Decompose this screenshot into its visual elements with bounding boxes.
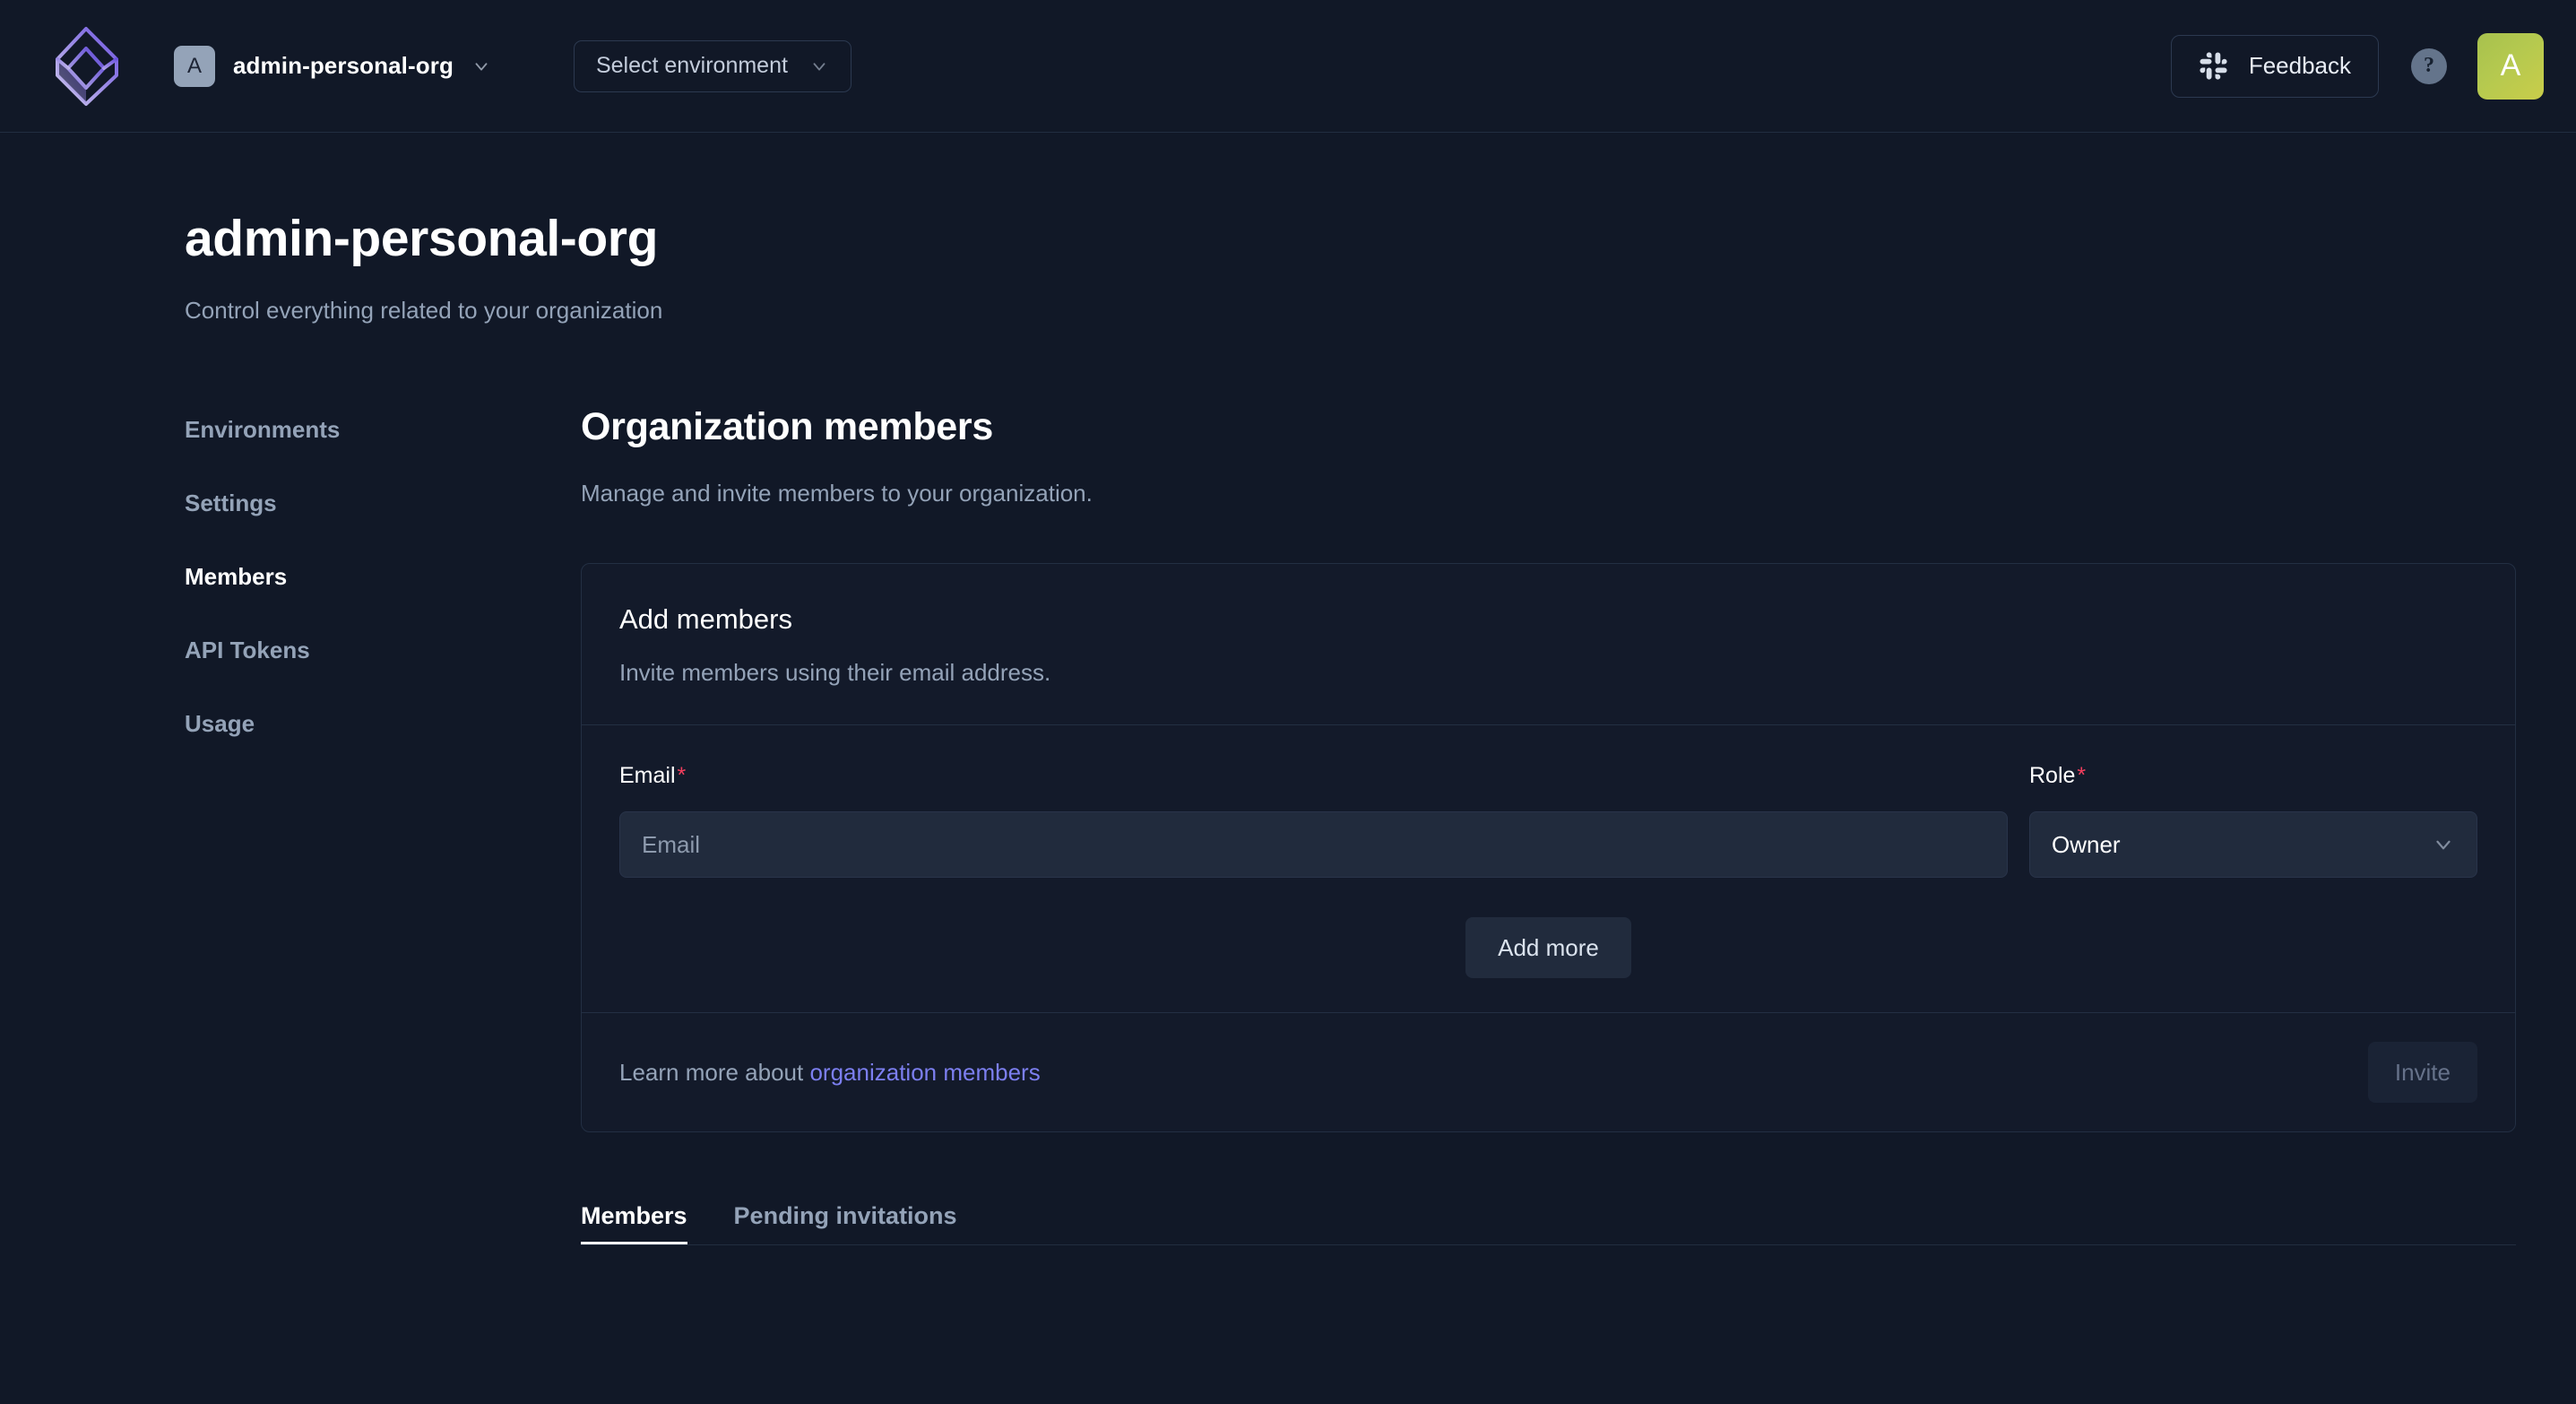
tab-pending-invitations[interactable]: Pending invitations bbox=[734, 1202, 957, 1244]
email-label-text: Email bbox=[619, 763, 676, 788]
org-switcher[interactable]: A admin-personal-org bbox=[165, 37, 504, 96]
add-more-row: Add more bbox=[619, 917, 2477, 978]
tab-members[interactable]: Members bbox=[581, 1202, 687, 1244]
page-subtitle: Control everything related to your organ… bbox=[185, 297, 663, 324]
sidebar-item-environments[interactable]: Environments bbox=[185, 416, 340, 444]
invite-button[interactable]: Invite bbox=[2367, 1042, 2477, 1103]
members-tabs: Members Pending invitations bbox=[581, 1202, 2516, 1245]
add-members-description: Invite members using their email address… bbox=[619, 659, 1051, 686]
organization-members-link[interactable]: organization members bbox=[809, 1059, 1040, 1086]
role-select-wrapper: Owner bbox=[2029, 811, 2477, 878]
role-label-text: Role bbox=[2029, 763, 2076, 788]
content-row: Environments Settings Members API Tokens… bbox=[185, 405, 2576, 1245]
sidebar-item-api-tokens[interactable]: API Tokens bbox=[185, 637, 310, 664]
section-subtitle: Manage and invite members to your organi… bbox=[581, 480, 1093, 507]
section-title: Organization members bbox=[581, 405, 993, 448]
learn-more-text: Learn more about organization members bbox=[619, 1059, 1041, 1087]
add-members-card: Add members Invite members using their e… bbox=[581, 563, 2516, 1132]
main-content: Organization members Manage and invite m… bbox=[581, 405, 2576, 1245]
org-avatar: A bbox=[174, 45, 215, 87]
chevron-down-icon bbox=[813, 62, 826, 71]
required-asterisk: * bbox=[2077, 763, 2087, 788]
side-navigation: Environments Settings Members API Tokens… bbox=[185, 405, 581, 1245]
add-members-card-footer: Learn more about organization members In… bbox=[582, 1012, 2515, 1131]
environment-select-label: Select environment bbox=[595, 53, 788, 78]
role-select[interactable]: Owner bbox=[2029, 811, 2477, 878]
role-field-group: Role* Owner bbox=[2029, 763, 2477, 878]
chevron-down-icon bbox=[475, 62, 488, 71]
email-field-label: Email* bbox=[619, 763, 2008, 789]
page-container: admin-personal-org Control everything re… bbox=[0, 209, 2576, 1245]
feedback-button[interactable]: Feedback bbox=[2170, 34, 2379, 98]
add-members-card-body: Email* Role* Owner bbox=[582, 724, 2515, 1012]
learn-more-prefix: Learn more about bbox=[619, 1058, 810, 1086]
chevron-down-icon bbox=[2436, 840, 2451, 850]
sidebar-item-members[interactable]: Members bbox=[185, 563, 287, 591]
email-input[interactable] bbox=[619, 811, 2008, 878]
required-asterisk: * bbox=[677, 763, 687, 788]
add-members-card-header: Add members Invite members using their e… bbox=[582, 564, 2515, 724]
top-bar-actions: Feedback ? A bbox=[2170, 32, 2544, 100]
role-field-label: Role* bbox=[2029, 763, 2477, 789]
top-bar: A admin-personal-org Select environment … bbox=[0, 0, 2576, 133]
page-title: admin-personal-org bbox=[185, 210, 659, 267]
role-select-value: Owner bbox=[2052, 830, 2121, 858]
feedback-button-label: Feedback bbox=[2248, 52, 2351, 79]
user-avatar[interactable]: A bbox=[2477, 32, 2544, 100]
org-name: admin-personal-org bbox=[233, 52, 454, 79]
add-members-heading: Add members bbox=[619, 603, 792, 635]
sidebar-item-settings[interactable]: Settings bbox=[185, 490, 277, 517]
email-field-group: Email* bbox=[619, 763, 2008, 878]
environment-select[interactable]: Select environment bbox=[573, 39, 851, 92]
member-entry-row: Email* Role* Owner bbox=[619, 763, 2477, 878]
sidebar-item-usage[interactable]: Usage bbox=[185, 710, 255, 738]
help-icon[interactable]: ? bbox=[2411, 48, 2447, 84]
app-logo[interactable] bbox=[52, 25, 120, 108]
add-more-button[interactable]: Add more bbox=[1465, 917, 1631, 978]
slack-icon bbox=[2200, 51, 2227, 80]
